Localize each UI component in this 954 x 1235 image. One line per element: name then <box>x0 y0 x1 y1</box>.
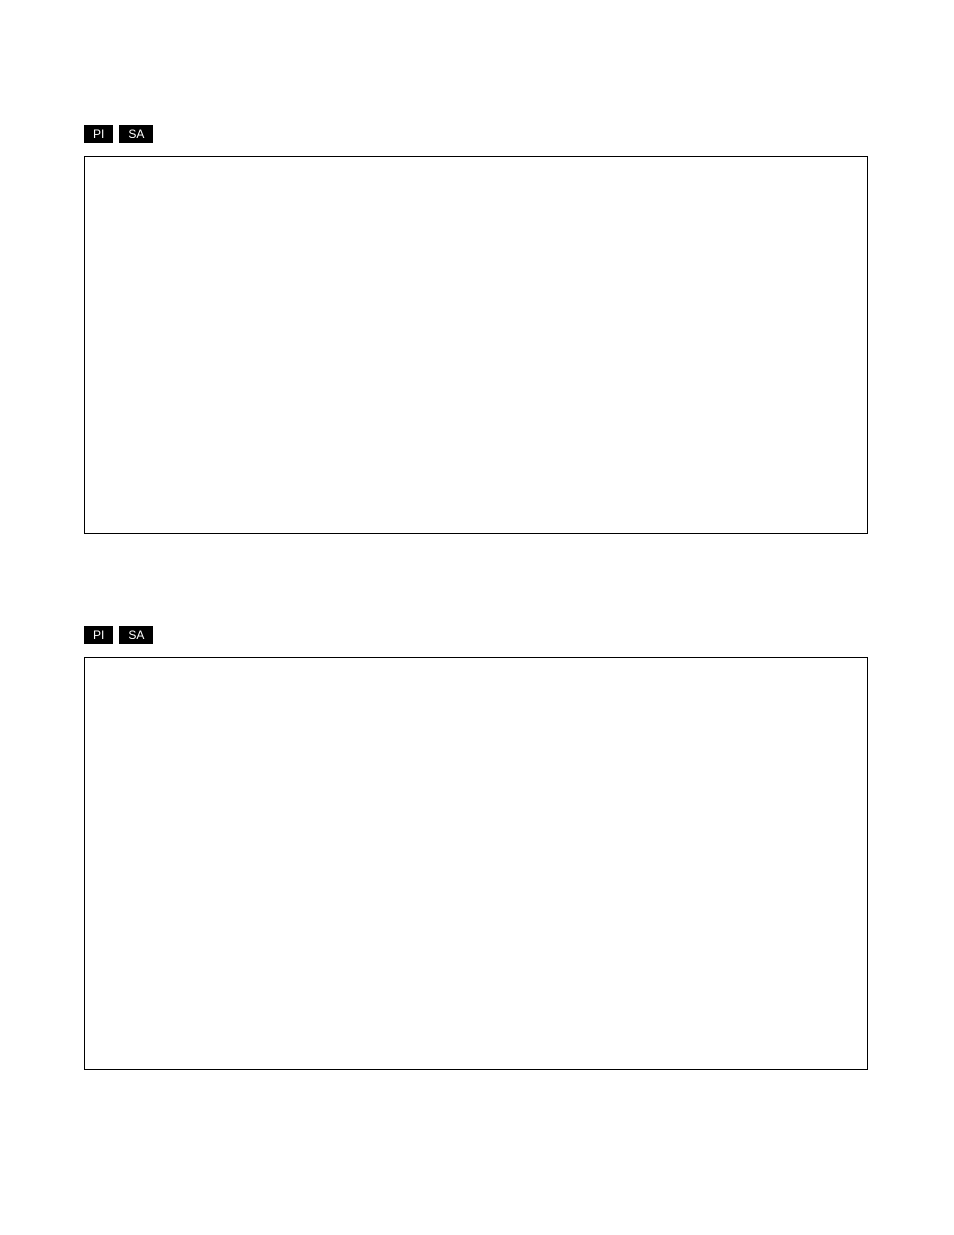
page-content: PI SA PI SA <box>84 125 868 1162</box>
tag-row-2: PI SA <box>84 626 868 644</box>
tag-sa: SA <box>119 125 153 143</box>
tag-row-1: PI SA <box>84 125 868 143</box>
input-box-1 <box>84 156 868 534</box>
tag-sa: SA <box>119 626 153 644</box>
form-section-2: PI SA <box>84 626 868 1070</box>
tag-pi: PI <box>84 125 113 143</box>
tag-pi: PI <box>84 626 113 644</box>
form-section-1: PI SA <box>84 125 868 534</box>
input-box-2 <box>84 657 868 1070</box>
